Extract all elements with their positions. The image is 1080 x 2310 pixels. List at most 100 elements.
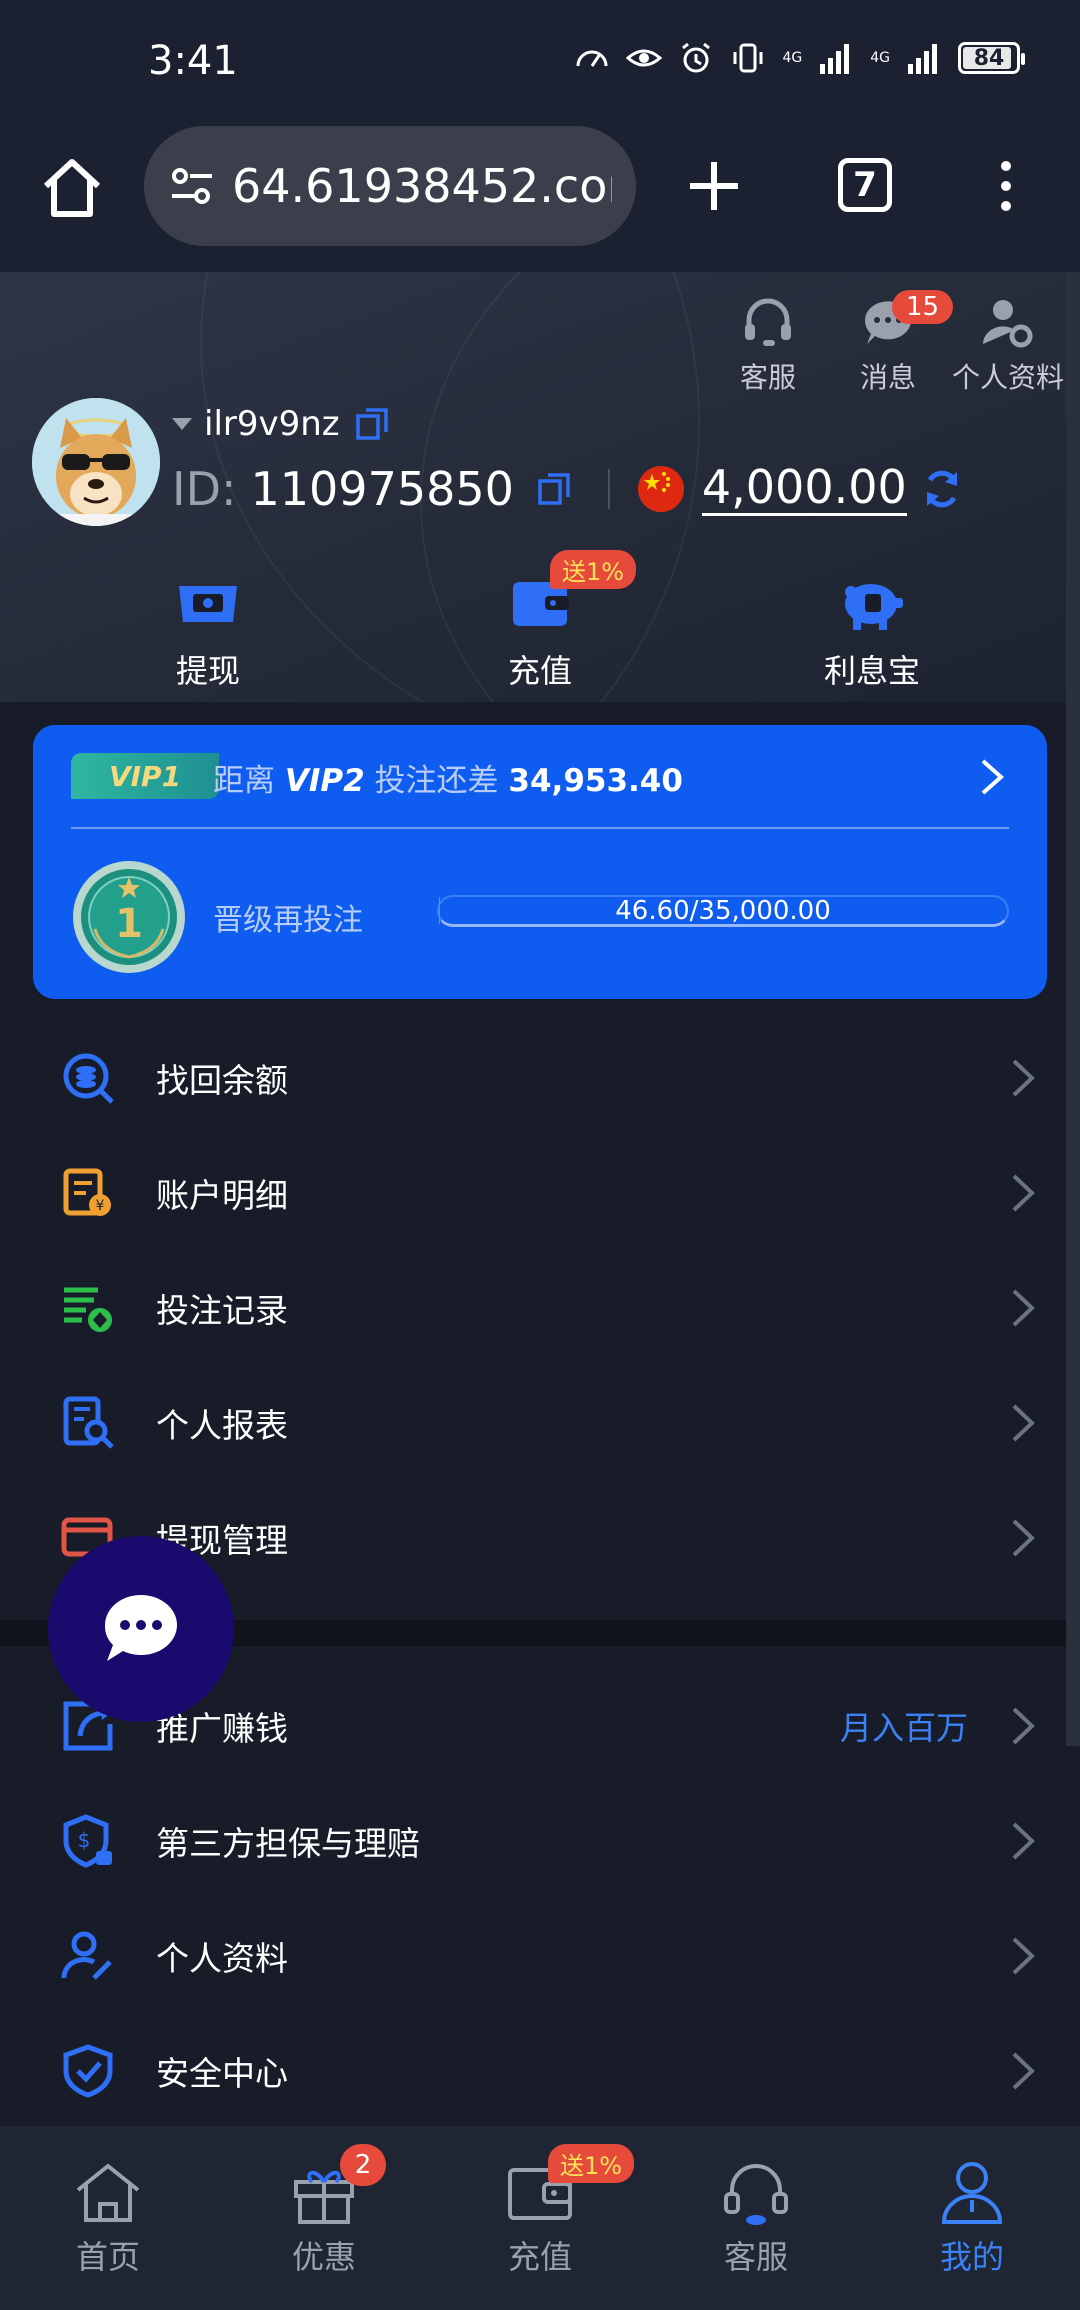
bottom-navigation: 首页 2 优惠 送1% 充值 客服 我的 bbox=[0, 2126, 1080, 2310]
deposit-label: 充值 bbox=[507, 652, 572, 690]
user-edit-icon bbox=[61, 1931, 112, 1980]
withdraw-button[interactable]: 提现 bbox=[108, 572, 308, 692]
coin-search-icon bbox=[63, 1053, 114, 1104]
nav-home[interactable]: 首页 bbox=[28, 2160, 188, 2278]
referral-promo-text: 月入百万 bbox=[839, 1708, 968, 1747]
new-tab-icon[interactable] bbox=[684, 156, 744, 216]
menu-label: 安全中心 bbox=[156, 2053, 288, 2093]
battery-icon: 84 bbox=[958, 42, 1025, 74]
svg-text:$: $ bbox=[78, 1828, 91, 1852]
vip-divider bbox=[71, 827, 1009, 829]
signal-icon bbox=[820, 44, 850, 74]
id-label: ID: bbox=[172, 462, 237, 516]
vip-prefix: 距离 bbox=[213, 763, 275, 799]
menu-label: 个人报表 bbox=[156, 1405, 288, 1445]
nav-label: 优惠 bbox=[291, 2238, 356, 2276]
avatar[interactable] bbox=[32, 398, 160, 526]
refresh-icon[interactable] bbox=[919, 466, 965, 512]
menu-item-recover-balance[interactable]: 找回余额 bbox=[0, 1020, 1066, 1135]
vip-remaining: 34,953.40 bbox=[508, 763, 683, 799]
vip-middle: 投注还差 bbox=[374, 763, 499, 799]
vip-progress-text: 46.60/35,000.00 bbox=[615, 895, 831, 926]
deposit-bonus-badge: 送1% bbox=[548, 2144, 635, 2183]
deposit-bonus-badge: 送1% bbox=[550, 550, 637, 589]
vip-sub-label: 晋级再投注 bbox=[213, 903, 363, 938]
copy-icon[interactable] bbox=[352, 404, 392, 444]
header-actions: 客服 15 消息 个人资料 bbox=[714, 290, 1065, 396]
quick-actions: 提现 送1% 充值 利息宝 bbox=[0, 550, 1066, 692]
menu-item-profile[interactable]: 个人资料 bbox=[0, 1898, 1066, 2013]
chevron-right-icon bbox=[1012, 2052, 1035, 2089]
signal-icon bbox=[908, 44, 937, 74]
bet-record-icon bbox=[64, 1287, 112, 1332]
nav-mine[interactable]: 我的 bbox=[892, 2160, 1052, 2278]
username: ilr9v9nz bbox=[204, 404, 340, 444]
network-label-2: 4G bbox=[870, 50, 890, 66]
balance-amount[interactable]: 4,000.00 bbox=[701, 462, 907, 516]
user-id: 110975850 bbox=[250, 462, 514, 516]
vip-progress-fill bbox=[439, 897, 440, 924]
tab-switcher-button[interactable]: 7 bbox=[838, 158, 892, 212]
nav-label: 首页 bbox=[75, 2238, 140, 2276]
menu-group-1: 找回余额 ¥ 账户明细 投注记录 个人报表 提现管理 bbox=[0, 1020, 1066, 1595]
nav-customer-service[interactable]: 客服 bbox=[676, 2160, 836, 2278]
withdraw-icon bbox=[179, 586, 237, 622]
shield-dollar-icon: $ bbox=[63, 1813, 112, 1868]
more-options-icon[interactable] bbox=[986, 156, 1026, 216]
address-bar[interactable]: 64.61938452.com bbox=[144, 126, 636, 246]
interest-button[interactable]: 利息宝 bbox=[772, 572, 972, 692]
status-time: 3:41 bbox=[148, 38, 238, 84]
menu-label: 找回余额 bbox=[156, 1060, 288, 1100]
user-icon bbox=[941, 2162, 1003, 2224]
ledger-icon: ¥ bbox=[63, 1168, 111, 1216]
vip-requirement: 距离 VIP2 投注还差 34,953.40 bbox=[213, 755, 683, 800]
menu-group-2: 推广赚钱 月入百万 $ 第三方担保与理赔 个人资料 安全中心 bbox=[0, 1668, 1066, 2128]
menu-item-personal-report[interactable]: 个人报表 bbox=[0, 1365, 1066, 1480]
chevron-right-icon bbox=[1012, 1174, 1035, 1211]
divider bbox=[607, 469, 610, 509]
home-icon[interactable] bbox=[38, 154, 106, 222]
chat-fab-button[interactable] bbox=[48, 1536, 234, 1722]
messages-button[interactable]: 15 消息 bbox=[834, 290, 954, 396]
nav-label: 充值 bbox=[507, 2238, 572, 2276]
nav-deposit[interactable]: 送1% 充值 bbox=[460, 2144, 635, 2278]
menu-item-account-details[interactable]: ¥ 账户明细 bbox=[0, 1135, 1066, 1250]
nav-label: 我的 bbox=[939, 2238, 1004, 2276]
profile-settings-label: 个人资料 bbox=[952, 361, 1065, 394]
chevron-right-icon bbox=[1012, 1519, 1035, 1556]
profile-settings-button[interactable]: 个人资料 bbox=[952, 294, 1065, 396]
nav-label: 客服 bbox=[723, 2238, 788, 2276]
vip-next-level: VIP2 bbox=[284, 763, 365, 799]
menu-label: 投注记录 bbox=[156, 1290, 288, 1330]
menu-item-guarantee[interactable]: $ 第三方担保与理赔 bbox=[0, 1783, 1066, 1898]
chevron-right-icon bbox=[1012, 1404, 1035, 1441]
browser-toolbar: 64.61938452.com 7 bbox=[0, 120, 1080, 272]
vip-level-tag: VIP1 bbox=[71, 753, 219, 799]
vip-card[interactable]: VIP1 距离 VIP2 投注还差 34,953.40 1 晋级再投注 46.6… bbox=[33, 725, 1047, 999]
vibrate-icon bbox=[733, 43, 763, 73]
dog-avatar-image bbox=[32, 398, 160, 526]
messages-badge: 15 bbox=[892, 290, 954, 324]
messages-label: 消息 bbox=[859, 361, 916, 394]
chevron-right-icon bbox=[1012, 1059, 1035, 1096]
menu-item-bet-records[interactable]: 投注记录 bbox=[0, 1250, 1066, 1365]
vip-medal-icon: 1 bbox=[73, 861, 185, 973]
menu-item-security-center[interactable]: 安全中心 bbox=[0, 2013, 1066, 2128]
home-icon bbox=[76, 2163, 140, 2222]
site-settings-icon[interactable] bbox=[166, 160, 218, 212]
caret-down-icon[interactable] bbox=[172, 418, 192, 430]
network-label-1: 4G bbox=[782, 50, 803, 66]
profile-header: 客服 15 消息 个人资料 ilr9v9nz ID: 110975850 4,0… bbox=[0, 272, 1066, 702]
withdraw-label: 提现 bbox=[175, 652, 240, 690]
chevron-right-icon[interactable] bbox=[977, 757, 1007, 797]
scrollbar-track[interactable] bbox=[1066, 272, 1080, 1746]
deposit-button[interactable]: 送1% 充值 bbox=[440, 550, 640, 692]
menu-label: 第三方担保与理赔 bbox=[156, 1823, 420, 1863]
copy-icon[interactable] bbox=[534, 469, 574, 509]
nav-promotions[interactable]: 2 优惠 bbox=[244, 2144, 404, 2278]
url-text[interactable]: 64.61938452.com bbox=[232, 159, 612, 213]
customer-service-button[interactable]: 客服 bbox=[714, 294, 822, 396]
battery-level: 84 bbox=[973, 45, 1005, 71]
menu-label: 账户明细 bbox=[156, 1175, 288, 1215]
piggy-bank-icon bbox=[845, 584, 903, 630]
